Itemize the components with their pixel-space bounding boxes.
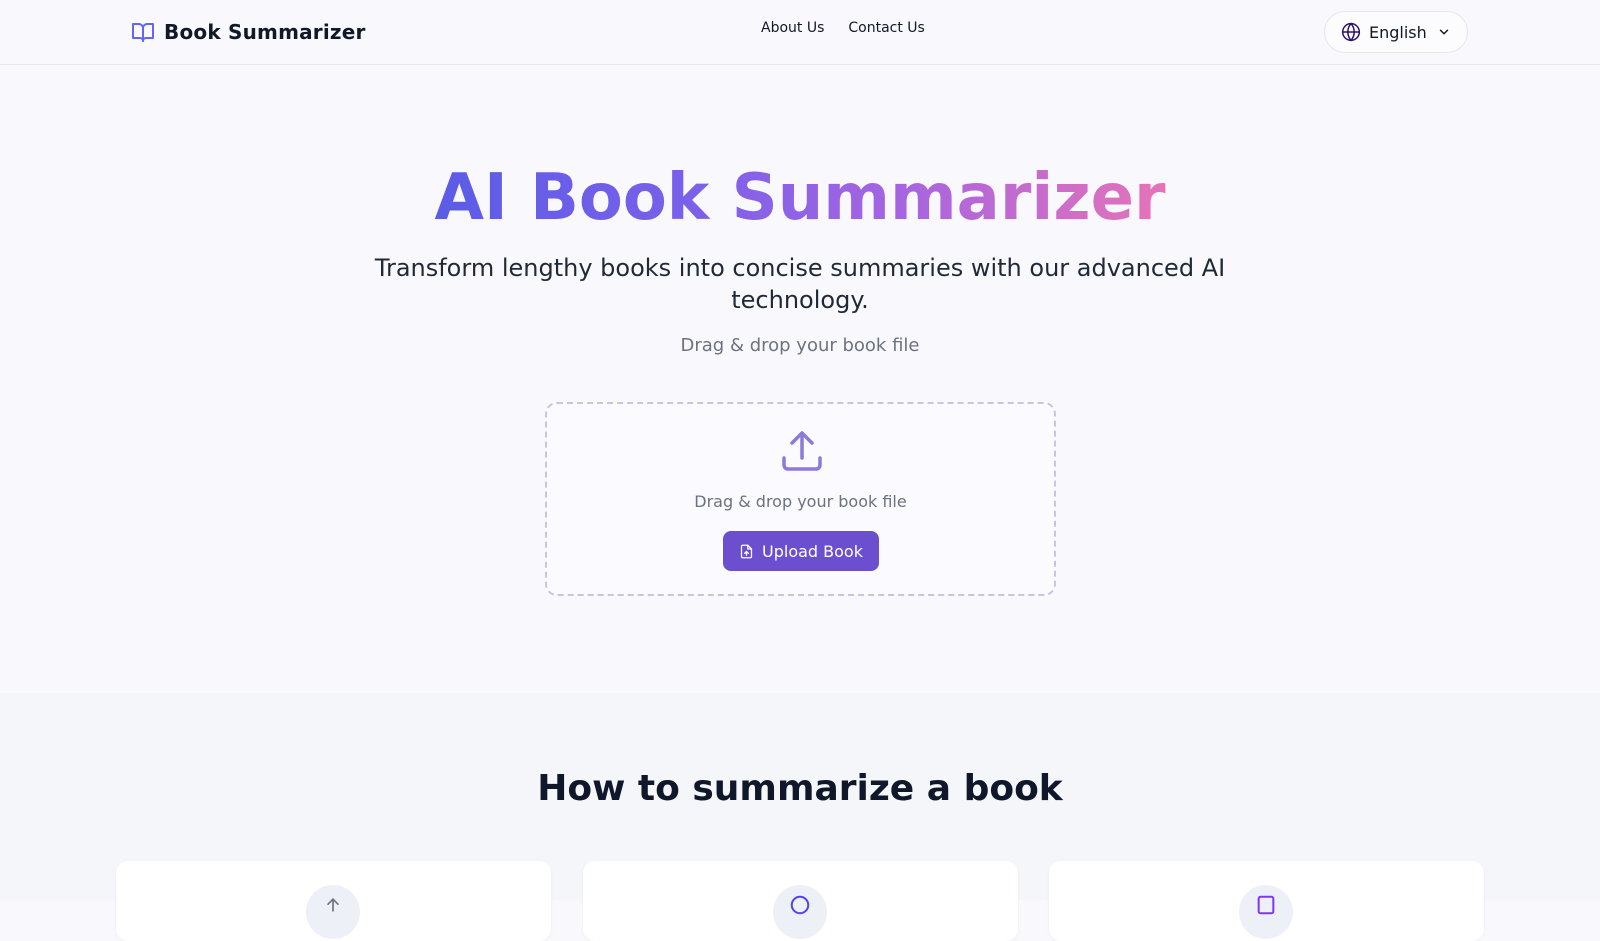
file-upload-icon xyxy=(739,544,754,559)
document-icon xyxy=(1239,885,1293,939)
dropzone-text: Drag & drop your book file xyxy=(694,492,907,511)
step-card-document xyxy=(1049,861,1484,941)
upload-book-button[interactable]: Upload Book xyxy=(723,531,879,571)
chevron-down-icon xyxy=(1437,25,1451,39)
step-card-ai xyxy=(583,861,1018,941)
how-to-section: How to summarize a book xyxy=(0,693,1600,941)
book-open-icon xyxy=(131,20,155,44)
upload-button-label: Upload Book xyxy=(762,541,863,561)
main-nav: About Us Contact Us xyxy=(761,20,925,36)
nav-about-us[interactable]: About Us xyxy=(761,20,824,36)
hero-subtitle: Transform lengthy books into concise sum… xyxy=(374,254,1226,314)
upload-icon xyxy=(306,885,360,939)
file-dropzone[interactable]: Drag & drop your book file Upload Book xyxy=(545,402,1056,596)
nav-contact-us[interactable]: Contact Us xyxy=(848,20,924,36)
ai-icon xyxy=(773,885,827,939)
language-selector[interactable]: English xyxy=(1324,11,1468,53)
language-label: English xyxy=(1369,22,1427,42)
how-to-title: How to summarize a book xyxy=(537,768,1063,809)
hero-hint: Drag & drop your book file xyxy=(680,335,920,356)
hero-title: AI Book Summarizer xyxy=(434,161,1166,235)
globe-icon xyxy=(1341,22,1361,42)
top-header: Book Summarizer About Us Contact Us Engl… xyxy=(0,0,1600,65)
upload-icon xyxy=(778,428,826,476)
step-card-upload xyxy=(116,861,551,941)
brand-name: Book Summarizer xyxy=(164,20,366,44)
brand-logo-link[interactable]: Book Summarizer xyxy=(131,18,366,46)
